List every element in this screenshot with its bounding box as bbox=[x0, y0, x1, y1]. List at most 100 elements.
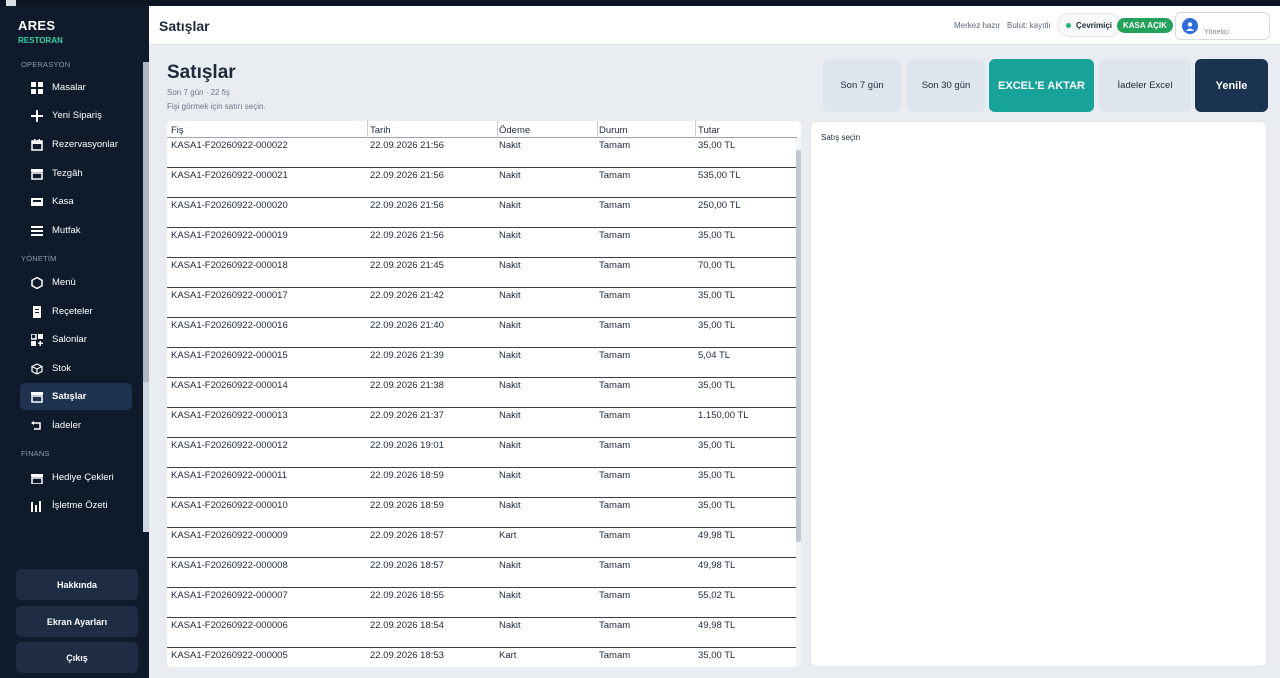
cell-status: Tamam bbox=[599, 560, 631, 571]
sidebar-item-satislar[interactable]: Satışlar bbox=[20, 383, 132, 410]
table-row[interactable]: KASA1-F20260922-000008 22.09.2026 18:57 Na… bbox=[167, 558, 797, 588]
cell-status: Tamam bbox=[599, 200, 631, 211]
table-row[interactable]: KASA1-F20260922-000016 22.09.2026 21:40 Na… bbox=[167, 318, 797, 348]
register-open-badge: KASA AÇIK bbox=[1117, 18, 1173, 33]
column-header-tarih[interactable]: Tarih bbox=[370, 125, 391, 136]
table-row[interactable]: KASA1-F20260922-000010 22.09.2026 18:59 Na… bbox=[167, 498, 797, 528]
cell-payment: Nakit bbox=[499, 590, 521, 601]
table-scrollbar-thumb[interactable] bbox=[796, 150, 801, 542]
cell-receipt-no: KASA1-F20260922-000012 bbox=[171, 440, 288, 451]
sidebar-item-rezervasyonlar[interactable]: Rezervasyonlar bbox=[20, 131, 132, 158]
cell-receipt-no: KASA1-F20260922-000018 bbox=[171, 260, 288, 271]
cell-date: 22.09.2026 21:42 bbox=[370, 290, 444, 301]
last-30-days-button[interactable]: Son 30 gün bbox=[907, 59, 985, 112]
about-button[interactable]: Hakkında bbox=[16, 569, 138, 600]
last-7-days-button[interactable]: Son 7 gün bbox=[823, 59, 901, 112]
sidebar-item-masalar[interactable]: Masalar bbox=[20, 74, 132, 101]
column-header-tutar[interactable]: Tutar bbox=[698, 125, 720, 136]
sidebar-scrollbar[interactable] bbox=[143, 62, 149, 532]
detail-placeholder: Satış seçin bbox=[821, 133, 861, 142]
column-header-odeme[interactable]: Ödeme bbox=[499, 125, 530, 136]
table-row[interactable]: KASA1-F20260922-000013 22.09.2026 21:37 Na… bbox=[167, 408, 797, 438]
sidebar-item-label: Satışlar bbox=[52, 391, 87, 402]
sales-table: Fiş Tarih Ödeme Durum Tutar KASA1-F20260… bbox=[167, 121, 801, 667]
table-row[interactable]: KASA1-F20260922-000021 22.09.2026 21:56 Na… bbox=[167, 168, 797, 198]
center-status: Merkez hazır bbox=[954, 21, 1001, 30]
returns-excel-button[interactable]: İadeler Excel bbox=[1099, 59, 1191, 112]
cell-amount: 35,00 TL bbox=[698, 140, 736, 151]
table-row[interactable]: KASA1-F20260922-000015 22.09.2026 21:39 Na… bbox=[167, 348, 797, 378]
sidebar-item-kasa[interactable]: Kasa bbox=[20, 188, 132, 215]
sidebar-scrollbar-thumb[interactable] bbox=[143, 62, 149, 382]
cell-date: 22.09.2026 21:56 bbox=[370, 170, 444, 181]
table-row[interactable]: KASA1-F20260922-000009 22.09.2026 18:57 Ka… bbox=[167, 528, 797, 558]
page-subtitle: Son 7 gün · 22 fiş bbox=[167, 88, 230, 97]
cell-payment: Nakit bbox=[499, 500, 521, 511]
cell-receipt-no: KASA1-F20260922-000022 bbox=[171, 140, 288, 151]
brand: ARES RESTORAN bbox=[18, 18, 63, 45]
screen-settings-button[interactable]: Ekran Ayarları bbox=[16, 606, 138, 637]
cell-status: Tamam bbox=[599, 620, 631, 631]
table-row[interactable]: KASA1-F20260922-000006 22.09.2026 18:54 Na… bbox=[167, 618, 797, 648]
user-menu[interactable]: Yönetici bbox=[1175, 12, 1270, 40]
table-row[interactable]: KASA1-F20260922-000012 22.09.2026 19:01 Na… bbox=[167, 438, 797, 468]
cell-payment: Kart bbox=[499, 650, 517, 661]
table-row[interactable]: KASA1-F20260922-000017 22.09.2026 21:42 Na… bbox=[167, 288, 797, 318]
sidebar-item-mutfak[interactable]: Mutfak bbox=[20, 217, 132, 244]
sidebar-item-label: Hediye Çekleri bbox=[52, 472, 114, 483]
cell-date: 22.09.2026 21:56 bbox=[370, 230, 444, 241]
cell-amount: 1.150,00 TL bbox=[698, 410, 749, 421]
cell-amount: 49,98 TL bbox=[698, 620, 736, 631]
sidebar-item-label: Rezervasyonlar bbox=[52, 139, 118, 150]
sidebar-item-menu[interactable]: Menü bbox=[20, 269, 132, 296]
cell-receipt-no: KASA1-F20260922-000006 bbox=[171, 620, 288, 631]
table-row[interactable]: KASA1-F20260922-000020 22.09.2026 21:56 Na… bbox=[167, 198, 797, 228]
sidebar-item-yeni-siparis[interactable]: Yeni Sipariş bbox=[20, 102, 132, 129]
column-divider bbox=[597, 121, 598, 138]
user-role: Yönetici bbox=[1204, 29, 1229, 36]
sidebar-item-tezgah[interactable]: Tezgâh bbox=[20, 160, 132, 187]
cell-receipt-no: KASA1-F20260922-000020 bbox=[171, 200, 288, 211]
cell-amount: 35,00 TL bbox=[698, 650, 736, 661]
table-header: Fiş Tarih Ödeme Durum Tutar bbox=[167, 121, 797, 138]
sidebar-item-iadeler[interactable]: İadeler bbox=[20, 412, 132, 439]
box-icon bbox=[28, 362, 46, 375]
sidebar-item-label: Reçeteler bbox=[52, 306, 93, 317]
sidebar-item-isletme-ozeti[interactable]: İşletme Özeti bbox=[20, 492, 132, 519]
table-row[interactable]: KASA1-F20260922-000022 22.09.2026 21:56 Na… bbox=[167, 138, 797, 168]
cell-date: 22.09.2026 21:56 bbox=[370, 200, 444, 211]
sidebar-item-label: Yeni Sipariş bbox=[52, 110, 102, 121]
table-row[interactable]: KASA1-F20260922-000007 22.09.2026 18:55 Na… bbox=[167, 588, 797, 618]
cell-date: 22.09.2026 21:39 bbox=[370, 350, 444, 361]
cell-status: Tamam bbox=[599, 260, 631, 271]
cell-date: 22.09.2026 21:37 bbox=[370, 410, 444, 421]
online-status-badge: Çevrimiçi bbox=[1057, 13, 1122, 37]
cell-date: 22.09.2026 21:38 bbox=[370, 380, 444, 391]
column-header-fis[interactable]: Fiş bbox=[171, 125, 184, 136]
sidebar-item-receteler[interactable]: Reçeteler bbox=[20, 298, 132, 325]
table-row[interactable]: KASA1-F20260922-000014 22.09.2026 21:38 Na… bbox=[167, 378, 797, 408]
cell-payment: Nakit bbox=[499, 410, 521, 421]
table-row[interactable]: KASA1-F20260922-000018 22.09.2026 21:45 Na… bbox=[167, 258, 797, 288]
export-excel-button[interactable]: EXCEL'E AKTAR bbox=[989, 59, 1094, 112]
cell-payment: Nakit bbox=[499, 620, 521, 631]
cell-status: Tamam bbox=[599, 410, 631, 421]
table-row[interactable]: KASA1-F20260922-000005 22.09.2026 18:53 Ka… bbox=[167, 648, 797, 667]
table-row[interactable]: KASA1-F20260922-000011 22.09.2026 18:59 Na… bbox=[167, 468, 797, 498]
refresh-button[interactable]: Yenile bbox=[1195, 59, 1268, 112]
column-header-durum[interactable]: Durum bbox=[599, 125, 628, 136]
table-row[interactable]: KASA1-F20260922-000019 22.09.2026 21:56 Na… bbox=[167, 228, 797, 258]
sidebar-item-salonlar[interactable]: Salonlar bbox=[20, 326, 132, 353]
logout-button[interactable]: Çıkış bbox=[16, 642, 138, 673]
sidebar-item-hediye-cekleri[interactable]: Hediye Çekleri bbox=[20, 464, 132, 491]
cell-receipt-no: KASA1-F20260922-000021 bbox=[171, 170, 288, 181]
document-icon bbox=[28, 305, 46, 318]
cell-date: 22.09.2026 18:53 bbox=[370, 650, 444, 661]
cell-amount: 35,00 TL bbox=[698, 230, 736, 241]
sidebar-item-stok[interactable]: Stok bbox=[20, 355, 132, 382]
cell-amount: 49,98 TL bbox=[698, 560, 736, 571]
cell-status: Tamam bbox=[599, 500, 631, 511]
sidebar-item-label: Stok bbox=[52, 363, 72, 374]
table-scrollbar[interactable] bbox=[796, 138, 801, 667]
cell-receipt-no: KASA1-F20260922-000005 bbox=[171, 650, 288, 661]
